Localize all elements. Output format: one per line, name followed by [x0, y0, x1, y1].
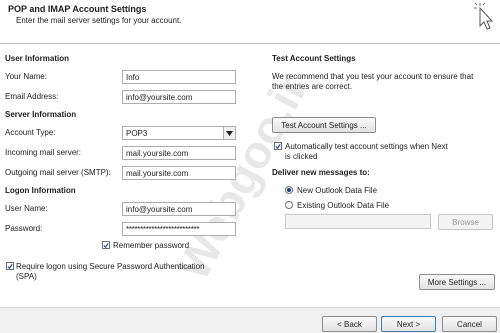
account-type-label: Account Type: — [5, 128, 56, 137]
checkmark-icon — [7, 263, 13, 269]
auto-test-checkbox[interactable] — [274, 142, 282, 150]
email-field[interactable]: info@yoursite.com — [122, 90, 236, 104]
cancel-button[interactable]: Cancel — [442, 316, 497, 332]
outgoing-server-label: Outgoing mail server (SMTP): — [5, 168, 111, 177]
checkmark-icon — [275, 143, 281, 149]
new-data-file-radio[interactable] — [285, 186, 293, 194]
your-name-label: Your Name: — [5, 72, 47, 81]
new-data-file-label: New Outlook Data File — [297, 186, 378, 195]
existing-data-file-radio[interactable] — [285, 201, 293, 209]
spa-label-line2: (SPA) — [16, 272, 37, 281]
test-settings-desc-line2: the entries are correct. — [272, 82, 353, 91]
incoming-server-label: Incoming mail server: — [5, 148, 82, 157]
user-info-heading: User Information — [5, 54, 70, 63]
next-button[interactable]: Next > — [381, 316, 436, 332]
outgoing-server-field[interactable]: mail.yoursite.com — [122, 166, 236, 180]
browse-button[interactable]: Browse — [438, 214, 493, 230]
password-field[interactable]: ************************** — [122, 222, 236, 236]
test-account-settings-button[interactable]: Test Account Settings ... — [272, 117, 376, 133]
remember-password-checkbox[interactable] — [102, 241, 110, 249]
header-divider — [0, 43, 500, 44]
username-label: User Name: — [5, 204, 48, 213]
deliver-heading: Deliver new messages to: — [272, 168, 370, 177]
back-button[interactable]: < Back — [322, 316, 377, 332]
radio-selected-dot — [287, 188, 291, 192]
spa-checkbox[interactable] — [6, 262, 14, 270]
your-name-field[interactable]: Info — [122, 70, 236, 84]
logon-info-heading: Logon Information — [5, 186, 76, 195]
chevron-down-icon[interactable] — [223, 127, 235, 139]
existing-data-file-label: Existing Outlook Data File — [297, 201, 390, 210]
password-label: Password: — [5, 224, 43, 233]
account-type-select[interactable]: POP3 — [122, 126, 236, 140]
test-settings-heading: Test Account Settings — [272, 54, 356, 63]
account-type-value: POP3 — [126, 129, 148, 138]
auto-test-label-line1: Automatically test account settings when… — [285, 142, 448, 151]
existing-data-file-path-field[interactable] — [285, 214, 431, 229]
server-info-heading: Server Information — [5, 110, 77, 119]
dialog-title: POP and IMAP Account Settings — [8, 4, 147, 14]
auto-test-label-line2: is clicked — [285, 152, 318, 161]
email-label: Email Address: — [5, 92, 59, 101]
username-field[interactable]: info@yoursite.com — [122, 202, 236, 216]
remember-password-label: Remember password — [113, 241, 190, 250]
checkmark-icon — [103, 242, 109, 248]
spa-label-line1: Require logon using Secure Password Auth… — [16, 262, 205, 271]
test-settings-desc-line1: We recommend that you test your account … — [272, 72, 474, 81]
cursor-icon — [472, 2, 496, 36]
incoming-server-field[interactable]: mail.yoursite.com — [122, 146, 236, 160]
dialog-subtitle: Enter the mail server settings for your … — [16, 16, 182, 25]
more-settings-button[interactable]: More Settings ... — [419, 274, 495, 290]
